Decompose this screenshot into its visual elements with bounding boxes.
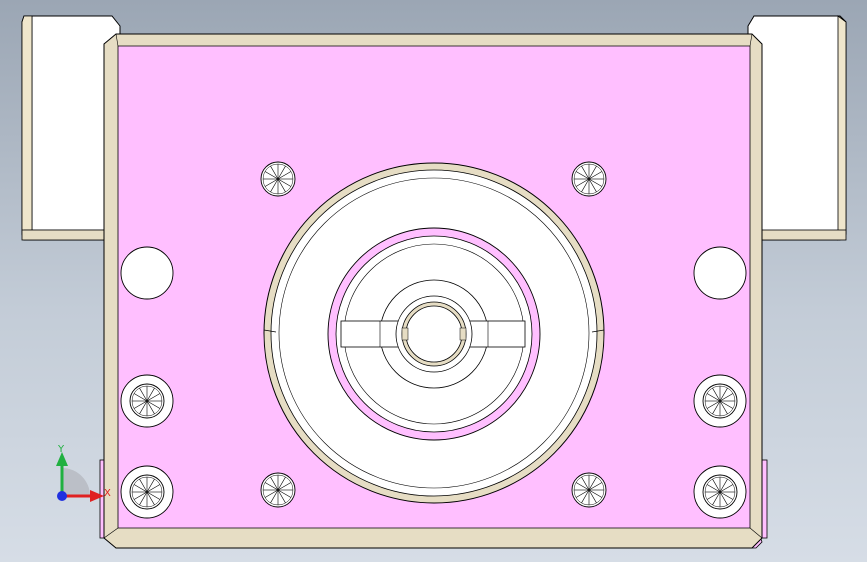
small-threaded-hole-3[interactable] [260, 472, 296, 508]
mounting-hole-2[interactable] [120, 465, 174, 519]
mounting-hole-3[interactable] [693, 374, 747, 428]
mounting-hole-1[interactable] [120, 374, 174, 428]
right-side-lug[interactable] [747, 15, 847, 241]
small-threaded-hole-2[interactable] [571, 161, 607, 197]
cad-viewport[interactable]: X Y [0, 0, 867, 562]
y-axis-label: Y [57, 444, 65, 455]
plain-hole-right[interactable] [693, 246, 747, 300]
z-axis-dot [57, 491, 67, 501]
mounting-hole-4[interactable] [693, 465, 747, 519]
x-axis-label: X [104, 488, 111, 499]
small-threaded-hole-1[interactable] [260, 161, 296, 197]
plain-hole-left[interactable] [120, 246, 174, 300]
small-threaded-hole-4[interactable] [571, 472, 607, 508]
shaft-bore[interactable] [405, 305, 463, 363]
